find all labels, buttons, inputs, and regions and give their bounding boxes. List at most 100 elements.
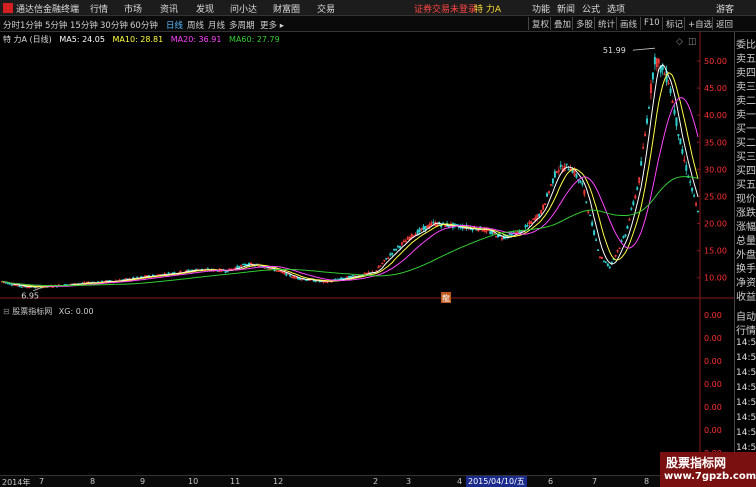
ma60-label: MA60: 27.79: [229, 35, 280, 44]
tick-time: 14:50: [736, 413, 756, 423]
ma20-label: MA20: 36.91: [170, 35, 222, 44]
period-1min[interactable]: 1分钟: [20, 19, 42, 31]
candle-body: [697, 210, 700, 213]
candle-body: [342, 277, 345, 280]
period-monthly[interactable]: 月线: [208, 19, 225, 31]
menu-zixun[interactable]: 资讯: [160, 2, 178, 15]
candle-body: [640, 161, 643, 166]
candle-body: [475, 229, 478, 231]
candle-body: [593, 230, 596, 236]
candle-body: [495, 236, 498, 238]
candle-body: [604, 261, 607, 264]
y-tick-label: 10.00: [704, 274, 727, 283]
ma20-line: [1, 97, 699, 287]
menu-hangqing[interactable]: 行情: [90, 2, 108, 15]
menu-gongneng[interactable]: 功能: [532, 2, 550, 15]
info-label: 现价: [736, 194, 756, 205]
period-15min[interactable]: 15分钟: [70, 19, 98, 31]
candle-body: [575, 174, 578, 178]
candle-body: [538, 213, 541, 217]
candle-body: [340, 277, 343, 280]
candle-body: [553, 171, 556, 178]
date-tick-label: 8: [90, 477, 96, 486]
indicator-box-icon[interactable]: ⊟: [3, 307, 10, 316]
tool-f10[interactable]: F10: [640, 17, 663, 30]
user-guest[interactable]: 游客: [716, 2, 734, 15]
kline-chart[interactable]: 50.00 45.00 40.00 35.00 30.00 25.00 20.00 15.00…: [0, 32, 734, 475]
tool-biaoji[interactable]: 标记: [662, 17, 686, 30]
period-fenshi[interactable]: 分时: [3, 19, 20, 31]
period-weekly[interactable]: 周线: [187, 19, 204, 31]
menu-shichang[interactable]: 市场: [124, 2, 142, 15]
menu-xinwen[interactable]: 新闻: [557, 2, 575, 15]
candle-body: [195, 268, 198, 271]
candle-body: [602, 260, 605, 263]
candle-body: [244, 264, 247, 266]
info-label: 总量: [736, 236, 756, 247]
info-label: 卖四: [736, 68, 756, 79]
period-daily[interactable]: 日线: [166, 19, 183, 31]
login-status[interactable]: 证券交易未登录: [414, 2, 477, 15]
candle-body: [624, 234, 627, 237]
quote-info-column: 委比 卖五 卖四 卖三 卖二 卖一 买一 买二 买三 买四 买五 现价 涨跌 涨幅 总量 外盘 换手 净资 收益 自动…: [734, 32, 756, 487]
tool-diejia[interactable]: 叠加: [550, 17, 574, 30]
candle-body: [100, 280, 103, 283]
candle-body: [18, 285, 21, 287]
y-tick-label: 15.00: [704, 247, 727, 256]
menu-wenxiaoda[interactable]: 问小达: [230, 2, 257, 15]
high-marker-line: [632, 47, 655, 51]
date-tick-label: 6: [548, 477, 554, 486]
y-tick-label: 20.00: [704, 220, 727, 229]
menu-faxian[interactable]: 发现: [196, 2, 214, 15]
menu-gongshi[interactable]: 公式: [582, 2, 600, 15]
candle-body: [677, 134, 680, 137]
menu-bar: 通达信金融终端 行情 市场 资讯 发现 问小达 财富圈 交易 证券交易未登录 特…: [0, 0, 756, 16]
tool-fuquan[interactable]: 复权: [528, 17, 552, 30]
menu-caifuquan[interactable]: 财富圈: [273, 2, 300, 15]
watermark-logo: 股票指标网 www.7gpzb.com: [660, 452, 756, 487]
y-tick-label: 25.00: [704, 192, 727, 201]
candle-body: [597, 249, 600, 251]
period-multi[interactable]: 多周期: [229, 19, 255, 31]
menu-jiaoyi[interactable]: 交易: [317, 2, 335, 15]
candle-body: [395, 248, 398, 251]
period-60min[interactable]: 60分钟: [130, 19, 158, 31]
ma-legend: 特 力A (日线) MA5: 24.05 MA10: 28.81 MA20: 3…: [3, 34, 285, 45]
y-tick-label: 50.00: [704, 57, 727, 66]
tick-time: 14:50: [736, 368, 756, 378]
candle-body: [559, 164, 562, 168]
expand-icon: ◫: [688, 37, 697, 47]
period-30min[interactable]: 30分钟: [100, 19, 128, 31]
info-label: 买一: [736, 124, 756, 135]
quote-label[interactable]: 行情: [736, 322, 756, 337]
sub-indicator-name[interactable]: 股票指标网: [12, 307, 52, 316]
tick-time: 14:50: [736, 398, 756, 408]
tool-tongji[interactable]: 统计: [594, 17, 618, 30]
candle-body: [287, 273, 290, 275]
tool-back[interactable]: 返回: [712, 17, 736, 30]
period-more[interactable]: 更多 ▸: [260, 19, 284, 31]
tick-time: 14:50: [736, 428, 756, 438]
sub-y-tick-label: 0.00: [704, 334, 722, 343]
menu-xuanxiang[interactable]: 选项: [607, 2, 625, 15]
ma10-label: MA10: 28.81: [112, 35, 164, 44]
candle-body: [422, 226, 425, 230]
candle-body: [242, 263, 245, 266]
info-label: 买五: [736, 180, 756, 191]
app-logo-icon: [3, 3, 13, 13]
candle-body: [442, 222, 445, 224]
tool-huaxian[interactable]: 画线: [616, 17, 640, 30]
candle-body: [608, 266, 611, 269]
y-tick-label: 40.00: [704, 111, 727, 120]
tool-duogu[interactable]: 多股: [572, 17, 596, 30]
sub-y-tick-label: 0.00: [704, 357, 722, 366]
tool-add-watchlist[interactable]: +自选: [684, 17, 715, 30]
period-5min[interactable]: 5分钟: [45, 19, 67, 31]
candle-body: [167, 272, 170, 274]
sub-indicator-value: XG: 0.00: [58, 307, 94, 316]
info-label: 外盘: [736, 250, 756, 261]
watermark-url: www.7gpzb.com: [664, 471, 756, 482]
candle-body: [338, 278, 341, 280]
y-tick-label: 45.00: [704, 84, 727, 93]
auto-label[interactable]: 自动: [736, 308, 756, 323]
